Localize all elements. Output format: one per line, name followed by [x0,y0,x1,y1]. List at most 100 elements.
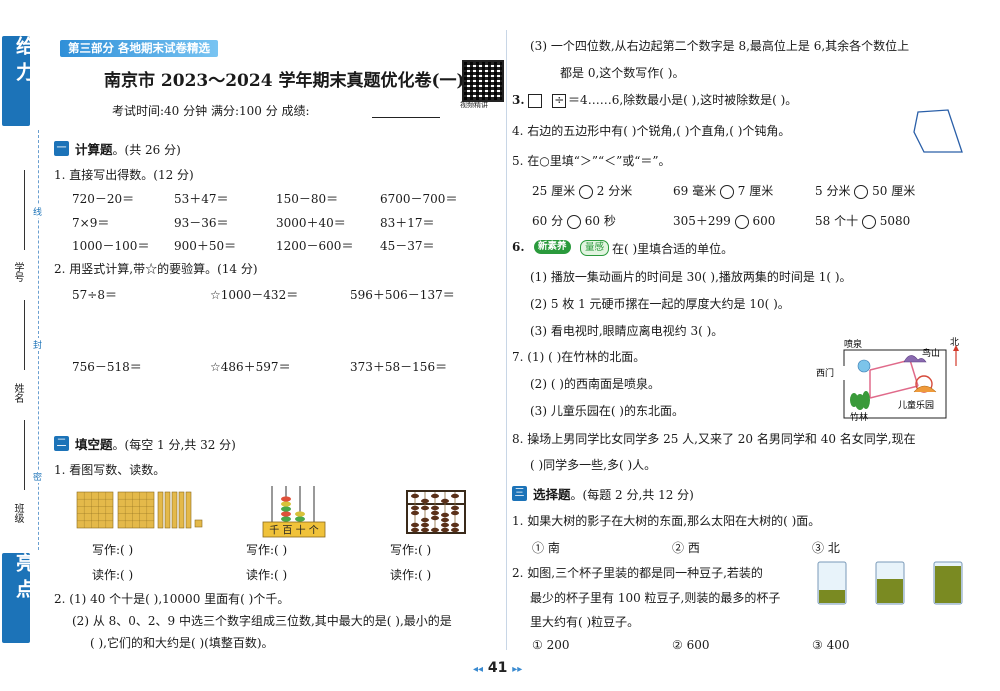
q8b: ( )同学多一些,多( )人。 [530,458,657,472]
map-north-label: 北 [950,337,959,348]
s1-q1-r2c2: 93－36＝ [174,216,229,230]
q3-text: ÷ ＝4……6,除数最小是( ),这时被除数是( )。 [554,93,798,107]
s2-read-1: 读作:( ) [92,568,134,582]
q5-r1-a: 25 厘米 2 分米 [532,182,632,199]
compare-circle[interactable] [861,214,876,229]
map-label-penquan: 喷泉 [844,338,862,350]
q5-r1-c: 5 分米 50 厘米 [815,182,915,199]
map-label-letu: 儿童乐园 [898,399,934,411]
qr-code[interactable] [462,60,504,102]
quantity-sense-badge: 量感 [580,240,610,256]
place-value-blocks [76,491,203,529]
section3-head: 三 选择题。(每题 2 分,共 12 分) [512,484,694,503]
q5-r1-c-right: 50 厘米 [872,184,916,198]
q3-num: 3. [512,93,525,107]
section3-note: 。(每题 2 分,共 12 分) [570,488,694,502]
prev-arrow-icon[interactable]: ◂◂ [473,664,483,675]
s2-q2-3a: (3) 一个四位数,从右边起第二个数字是 8,最高位上是 6,其余各个数位上 [530,39,910,53]
q5-r2-c: 58 个十 5080 [815,212,910,229]
s1-q1-r3c4: 45－37＝ [380,239,435,253]
s3-q2c: 里大约有( )粒豆子。 [530,615,640,629]
label-xuehao: 学号 [12,262,23,282]
section3-num: 三 [512,486,527,501]
score-blank [372,117,440,118]
q5-r2-b-left: 305＋299 [673,214,731,228]
part-banner: 第三部分 各地期末试卷精选 [60,40,219,57]
s2-read-2: 读作:( ) [246,568,288,582]
section3-title-wrap: 选择题。(每题 2 分,共 12 分) [533,484,694,503]
q3: 3. ÷ ＝4……6,除数最小是( ),这时被除数是( )。 [512,91,797,108]
q5-r1-b-left: 69 毫米 [673,184,717,198]
seal-mi: 密 [33,470,43,483]
s1-q1-r3c2: 900＋50＝ [174,239,237,253]
q5-r2-b: 305＋299 600 [673,212,775,229]
page-title: 南京市 2023～2024 学年期末真题优化卷(一) [104,71,465,91]
s3-q1-opt2[interactable]: ② 西 [672,539,700,556]
s3-q1: 1. 如果大树的影子在大树的东面,那么太阳在大树的( )面。 [512,514,821,528]
q5-r2-c-right: 5080 [879,214,911,228]
q6-2: (2) 5 枚 1 元硬币摞在一起的厚度大约是 10( )。 [530,297,790,311]
s1-q1-r2c1: 7×9＝ [72,216,110,230]
next-arrow-icon[interactable]: ▸▸ [512,664,522,675]
s1-q1-r3c3: 1200－600＝ [276,239,354,253]
q8a: 8. 操场上男同学比女同学多 25 人,又来了 20 名男同学和 40 名女同学… [512,432,916,446]
compare-circle[interactable] [566,214,581,229]
s1-q2-r2c3: 373＋58－156＝ [350,360,448,374]
q5-r1-a-right: 2 分米 [596,184,633,198]
park-map: 喷泉 鸟山 西门 竹林 儿童乐园 北 [816,337,959,422]
s1-q1-r1c3: 150－80＝ [276,192,339,206]
column-divider [506,30,507,650]
s2-q2-3b: 都是 0,这个数写作( )。 [560,66,685,80]
section1-title-wrap: 计算题。(共 26 分) [75,139,181,158]
q6-1: (1) 播放一集动画片的时间是 30( ),播放两集的时间是 1( )。 [530,270,852,284]
label-banji: 班级 [12,503,23,523]
s3-q2a: 2. 如图,三个杯子里装的都是同一种豆子,若装的 [512,566,763,580]
s2-write-3: 写作:( ) [390,543,432,557]
section1-head: 一 计算题。(共 26 分) [54,139,181,158]
s3-q2-opt3[interactable]: ③ 400 [812,638,849,652]
s3-q2-opt1[interactable]: ① 200 [532,638,569,652]
q5-r2-a-left: 60 分 [532,214,564,228]
map-label-ximen: 西门 [816,367,834,379]
s1-q2-r1c1: 57÷8＝ [72,288,117,302]
xuehao-blank [24,170,25,250]
map-label-zhulin: 竹林 [850,411,868,422]
q6-3: (3) 看电视时,眼睛应离电视约 3( )。 [530,324,724,338]
counting-frame: 千 百 十 个 [262,486,326,538]
q5-r1-b: 69 毫米 7 厘米 [673,182,773,199]
s3-q2-opt2[interactable]: ② 600 [672,638,709,652]
s1-q1-r1c2: 53＋47＝ [174,192,229,206]
s2-q2-2b: ( ),它们的和大约是( )(填整百数)。 [90,636,274,650]
seal-feng: 封 [33,338,43,351]
qr-label: 视频精讲 [460,101,488,109]
section2-note: 。(每空 1 分,共 32 分) [112,438,236,452]
section3-title: 选择题 [533,487,571,502]
compare-circle[interactable] [854,184,869,199]
page-number: ◂◂ 41 ▸▸ [473,660,522,676]
q6-num: 6. [512,240,525,254]
xingming-blank [24,300,25,370]
s1-q1-r3c1: 1000－100＝ [72,239,150,253]
section2-title: 填空题 [75,437,113,452]
side-tab-bottom: 亮 点 [2,553,35,643]
banji-blank [24,420,25,490]
side-tab-top-text: 给 力 [13,36,35,81]
s1-q2-r1c3: 596＋506－137＝ [350,288,455,302]
s3-q1-opt1[interactable]: ① 南 [532,539,560,556]
compare-circle[interactable] [734,214,749,229]
compare-circle[interactable] [578,184,593,199]
s2-q2-1: 2. (1) 40 个十是( ),10000 里面有( )个千。 [54,592,290,606]
section2-title-wrap: 填空题。(每空 1 分,共 32 分) [75,434,236,453]
compare-circle[interactable] [719,184,734,199]
s1-q2-title: 2. 用竖式计算,带☆的要验算。(14 分) [54,262,258,276]
s3-q1-opt3[interactable]: ③ 北 [812,539,840,556]
seal-xian: 线 [33,205,43,218]
counting-frame-labels: 千 百 十 个 [269,524,319,537]
section1-title: 计算题 [75,142,113,157]
side-tab-top: 给 力 [2,36,35,126]
exam-meta: 考试时间:40 分钟 满分:100 分 成绩: [112,104,310,118]
q5-r2-a: 60 分 60 秒 [532,212,616,229]
map-label-niaoshan: 鸟山 [922,347,940,359]
q5-r2-a-right: 60 秒 [584,214,616,228]
bean-cups [817,561,963,605]
